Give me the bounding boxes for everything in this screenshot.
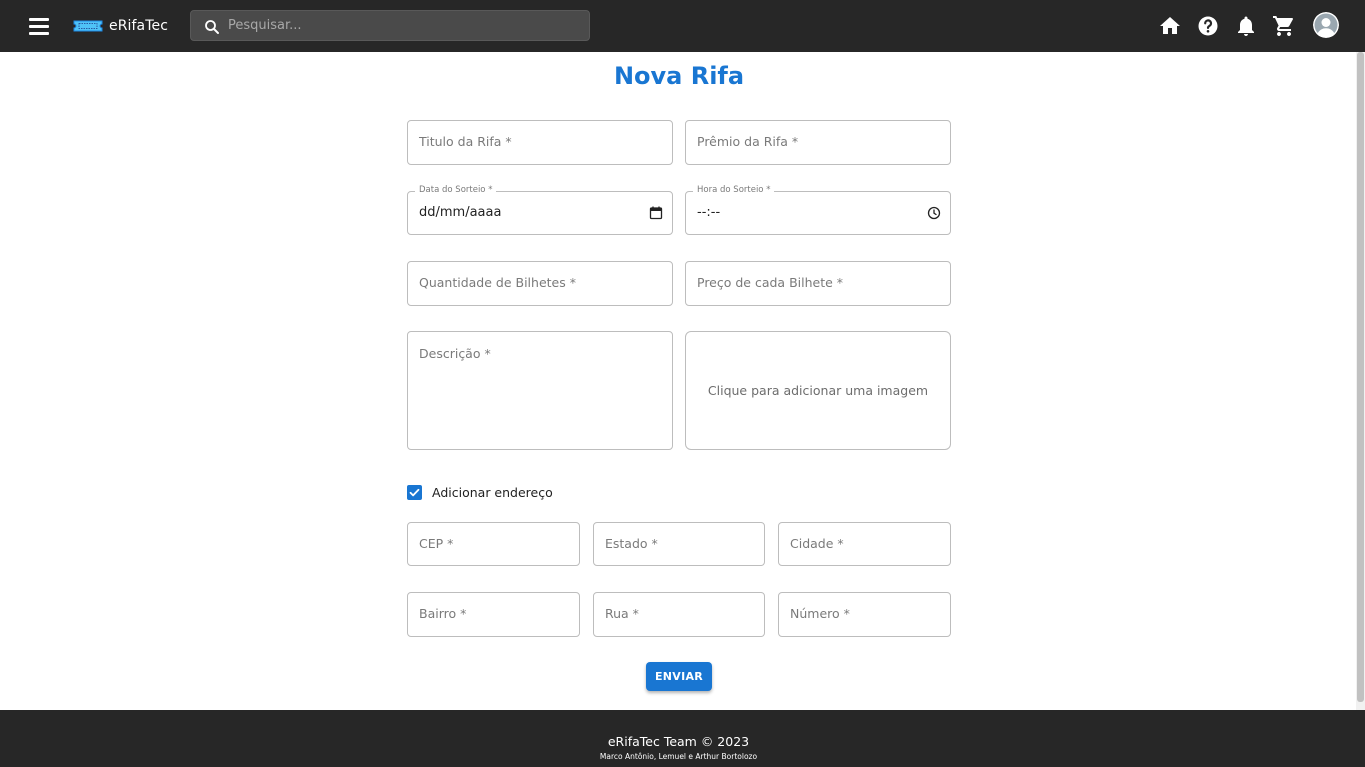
- titulo-rifa-label: Titulo da Rifa *: [419, 134, 512, 149]
- image-upload-area[interactable]: Clique para adicionar uma imagem: [685, 331, 951, 450]
- cidade-field[interactable]: Cidade *: [778, 522, 951, 566]
- premio-rifa-field[interactable]: Prêmio da Rifa *: [685, 120, 951, 165]
- hora-sorteio-field[interactable]: Hora do Sorteio * --:--: [685, 185, 951, 235]
- account-icon[interactable]: [1313, 12, 1339, 38]
- cart-icon[interactable]: [1272, 14, 1296, 38]
- search-bar[interactable]: [190, 10, 590, 41]
- rua-field[interactable]: Rua *: [593, 592, 765, 637]
- descricao-textarea[interactable]: Descrição *: [407, 331, 673, 450]
- clock-icon[interactable]: [926, 205, 942, 221]
- checkbox-checked-icon[interactable]: [407, 484, 422, 500]
- numero-label: Número *: [790, 606, 850, 621]
- notifications-icon[interactable]: [1234, 14, 1258, 38]
- help-icon[interactable]: [1196, 14, 1220, 38]
- cep-label: CEP *: [419, 536, 454, 551]
- brand-logo[interactable]: eRifaTec: [72, 15, 168, 37]
- estado-field[interactable]: Estado *: [593, 522, 765, 566]
- bairro-field[interactable]: Bairro *: [407, 592, 580, 637]
- hora-sorteio-label: Hora do Sorteio *: [693, 185, 775, 195]
- quantidade-bilhetes-field[interactable]: Quantidade de Bilhetes *: [407, 261, 673, 306]
- preco-bilhete-field[interactable]: Preço de cada Bilhete *: [685, 261, 951, 306]
- home-icon[interactable]: [1158, 14, 1182, 38]
- adicionar-endereco-checkbox[interactable]: Adicionar endereço: [407, 483, 553, 501]
- bairro-label: Bairro *: [419, 606, 467, 621]
- hora-sorteio-value: --:--: [697, 205, 721, 220]
- preco-bilhete-label: Preço de cada Bilhete *: [697, 275, 844, 290]
- page-title: Nova Rifa: [613, 62, 745, 90]
- descricao-label: Descrição *: [419, 346, 491, 361]
- top-app-bar: eRifaTec: [0, 0, 1365, 52]
- search-icon: [205, 20, 219, 34]
- titulo-rifa-field[interactable]: Titulo da Rifa *: [407, 120, 673, 165]
- quantidade-bilhetes-label: Quantidade de Bilhetes *: [419, 275, 576, 290]
- data-sorteio-label: Data do Sorteio *: [415, 185, 497, 195]
- image-upload-text: Clique para adicionar uma imagem: [707, 383, 929, 398]
- cidade-label: Cidade *: [790, 536, 844, 551]
- footer: eRifaTec Team © 2023 Marco Antônio, Lemu…: [0, 710, 1365, 767]
- ticket-icon: [73, 20, 103, 32]
- adicionar-endereco-label: Adicionar endereço: [432, 484, 553, 500]
- premio-rifa-label: Prêmio da Rifa *: [697, 134, 799, 149]
- enviar-button[interactable]: ENVIAR: [646, 662, 712, 691]
- footer-authors: Marco Antônio, Lemuel e Arthur Bortolozo: [599, 752, 758, 761]
- menu-icon[interactable]: [27, 14, 51, 38]
- data-sorteio-field[interactable]: Data do Sorteio * dd/mm/aaaa: [407, 185, 673, 235]
- estado-label: Estado *: [605, 536, 658, 551]
- numero-field[interactable]: Número *: [778, 592, 951, 637]
- footer-title: eRifaTec Team © 2023: [607, 734, 750, 749]
- cep-field[interactable]: CEP *: [407, 522, 580, 566]
- rua-label: Rua *: [605, 606, 639, 621]
- data-sorteio-value: dd/mm/aaaa: [419, 205, 502, 220]
- brand-name: eRifaTec: [109, 18, 169, 34]
- scrollbar-thumb[interactable]: [1357, 52, 1364, 702]
- search-input[interactable]: [228, 11, 578, 40]
- calendar-icon[interactable]: [648, 205, 664, 221]
